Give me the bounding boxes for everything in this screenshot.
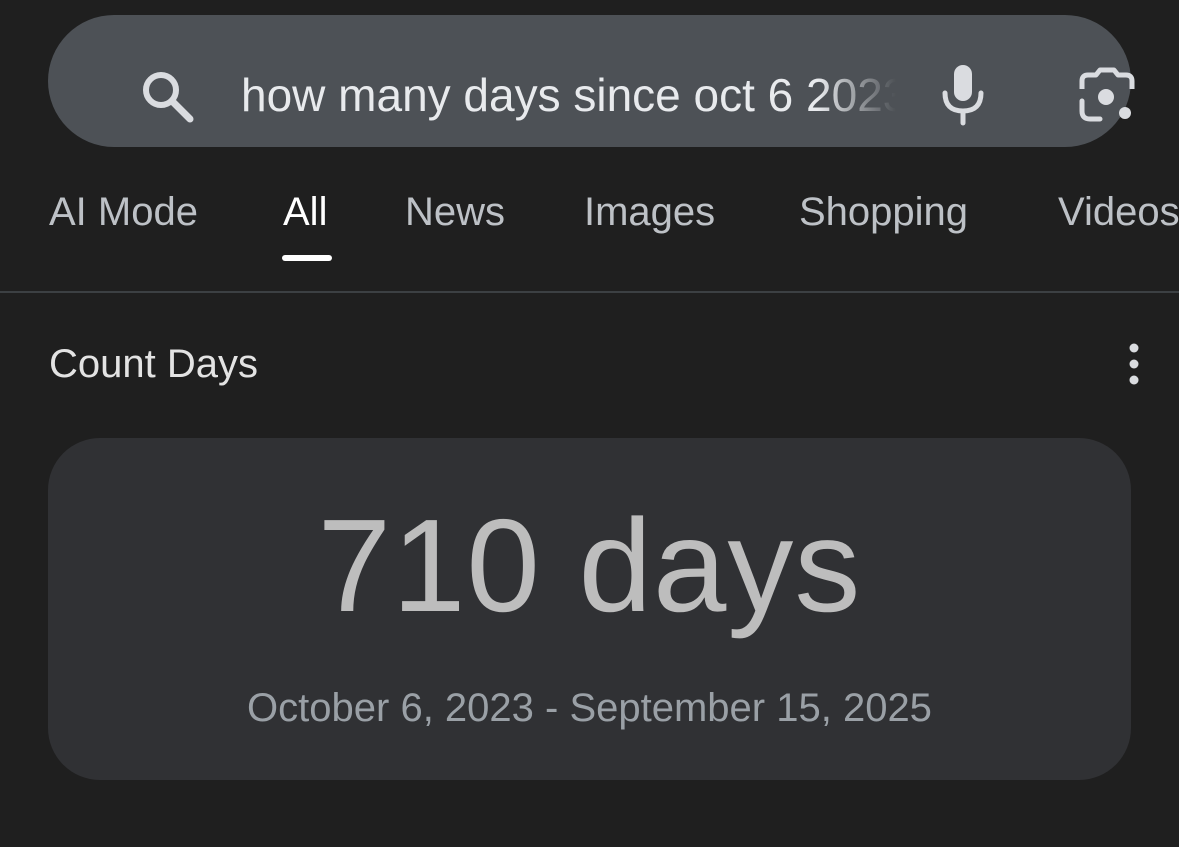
tab-videos[interactable]: Videos — [1058, 190, 1179, 235]
search-tabs: AI Mode All News Images Shopping Videos — [0, 160, 1179, 292]
tab-images[interactable]: Images — [584, 190, 715, 235]
widget-title: Count Days — [49, 342, 258, 386]
result-card: 710 days October 6, 2023 - September 15,… — [48, 438, 1131, 780]
tabs-divider — [0, 291, 1179, 293]
search-bar[interactable] — [48, 15, 1135, 147]
date-range: October 6, 2023 - September 15, 2025 — [247, 686, 932, 730]
tab-shopping[interactable]: Shopping — [799, 190, 968, 235]
active-tab-indicator — [282, 255, 332, 261]
tab-news[interactable]: News — [405, 190, 505, 235]
google-lens-icon[interactable] — [1076, 67, 1138, 125]
mic-icon[interactable] — [938, 63, 988, 129]
tab-all[interactable]: All — [283, 190, 327, 235]
more-vert-icon[interactable] — [1118, 340, 1150, 388]
search-results-page: AI Mode All News Images Shopping Videos … — [0, 0, 1179, 847]
days-count: 710 days — [317, 492, 862, 639]
search-icon[interactable] — [138, 67, 196, 125]
search-input[interactable] — [241, 45, 896, 145]
tab-ai-mode[interactable]: AI Mode — [49, 190, 198, 235]
